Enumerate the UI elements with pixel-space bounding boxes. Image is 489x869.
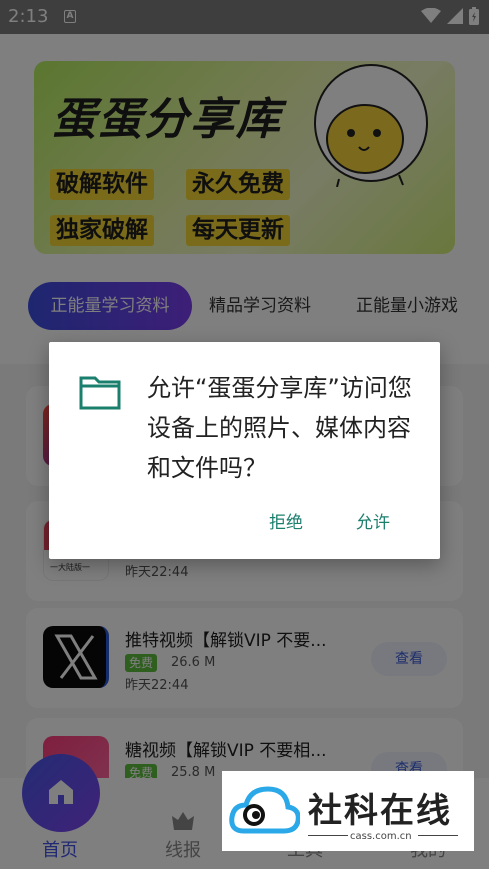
watermark-text: 社科在线 <box>308 791 452 831</box>
watermark-line <box>418 835 458 836</box>
cloud-logo-icon <box>229 786 300 834</box>
permission-dialog: 允许“蛋蛋分享库”访问您设备上的照片、媒体内容和文件吗？ 拒绝 允许 <box>49 342 440 559</box>
watermark: 社科在线 cass.com.cn <box>222 771 474 851</box>
watermark-line <box>308 835 348 836</box>
dialog-message: 允许“蛋蛋分享库”访问您设备上的照片、媒体内容和文件吗？ <box>147 374 412 482</box>
folder-icon <box>79 376 121 410</box>
watermark-url: cass.com.cn <box>350 831 412 842</box>
allow-button[interactable]: 允许 <box>356 508 390 533</box>
deny-button[interactable]: 拒绝 <box>269 508 303 533</box>
